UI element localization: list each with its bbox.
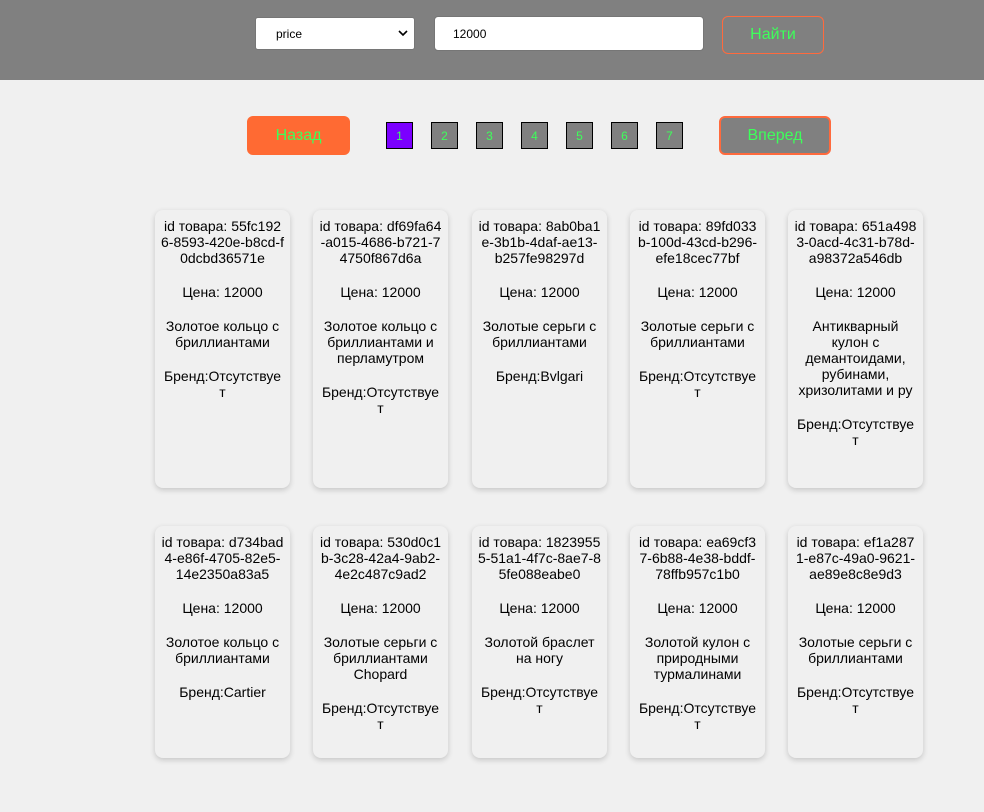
- product-card[interactable]: id товара: ea69cf37-6b88-4e38-bddf-78ffb…: [630, 526, 765, 758]
- page-button-2[interactable]: 2: [431, 122, 458, 149]
- find-button[interactable]: Найти: [722, 16, 824, 54]
- product-price: Цена: 12000: [340, 600, 421, 616]
- product-price: Цена: 12000: [657, 284, 738, 300]
- product-brand: Бренд:Отсутствует: [321, 384, 440, 416]
- product-name: Золотые серьги с бриллиантами: [482, 318, 597, 350]
- product-name: Золотое кольцо с бриллиантами: [165, 634, 280, 666]
- product-name: Золотое кольцо с бриллиантами: [165, 318, 280, 350]
- product-card[interactable]: id товара: 55fc1926-8593-420e-b8cd-f0dcb…: [155, 210, 290, 488]
- product-brand: Бренд:Отсутствует: [321, 700, 440, 732]
- product-name: Золотое кольцо с бриллиантами и перламут…: [323, 318, 438, 366]
- product-name: Золотые серьги с бриллиантами: [798, 634, 913, 666]
- product-id: id товара: ef1a2871-e87c-49a0-9621-ae89e…: [795, 534, 916, 582]
- filter-field-value: price: [276, 26, 303, 41]
- product-price: Цена: 12000: [657, 600, 738, 616]
- product-name: Золотые серьги с бриллиантами Chopard: [323, 634, 438, 682]
- product-card[interactable]: id товара: 530d0c1b-3c28-42a4-9ab2-4e2c4…: [313, 526, 448, 758]
- chevron-down-icon: [398, 30, 408, 37]
- product-brand: Бренд:Отсутствует: [796, 684, 915, 716]
- product-price: Цена: 12000: [340, 284, 421, 300]
- page-button-7[interactable]: 7: [656, 122, 683, 149]
- product-price: Цена: 12000: [499, 284, 580, 300]
- product-id: id товара: 55fc1926-8593-420e-b8cd-f0dcb…: [161, 218, 284, 266]
- product-name: Золотой кулон с природными турмалинами: [644, 634, 751, 682]
- product-id: id товара: 18239555-51a1-4f7c-8ae7-85fe0…: [478, 534, 601, 582]
- product-card[interactable]: id товара: 18239555-51a1-4f7c-8ae7-85fe0…: [472, 526, 607, 758]
- product-brand: Бренд:Отсутствует: [638, 368, 757, 400]
- filter-field-select[interactable]: price: [255, 17, 415, 50]
- product-id: id товара: df69fa64-a015-4686-b721-74750…: [319, 218, 442, 266]
- next-button[interactable]: Вперед: [719, 116, 831, 155]
- product-id: id товара: 530d0c1b-3c28-42a4-9ab2-4e2c4…: [320, 534, 441, 582]
- product-price: Цена: 12000: [499, 600, 580, 616]
- product-price: Цена: 12000: [182, 600, 263, 616]
- product-id: id товара: 8ab0ba1e-3b1b-4daf-ae13-b257f…: [478, 218, 601, 266]
- page-button-1[interactable]: 1: [386, 122, 413, 149]
- page-button-6[interactable]: 6: [611, 122, 638, 149]
- product-card[interactable]: id товара: df69fa64-a015-4686-b721-74750…: [313, 210, 448, 488]
- product-name: Золотые серьги с бриллиантами: [640, 318, 755, 350]
- back-button[interactable]: Назад: [247, 116, 350, 155]
- product-card[interactable]: id товара: 89fd033b-100d-43cd-b296-efe18…: [630, 210, 765, 488]
- product-id: id товара: ea69cf37-6b88-4e38-bddf-78ffb…: [638, 534, 757, 582]
- search-value-input[interactable]: 12000: [434, 16, 704, 51]
- product-id: id товара: d734bad4-e86f-4705-82e5-14e23…: [161, 534, 284, 582]
- product-brand: Бренд:Отсутствует: [163, 368, 282, 400]
- product-brand: Бренд:Bvlgari: [495, 368, 584, 384]
- product-price: Цена: 12000: [815, 600, 896, 616]
- product-id: id товара: 651a4983-0acd-4c31-b78d-a9837…: [794, 218, 917, 266]
- product-name: Антикварный кулон с демантоидами, рубина…: [798, 318, 913, 398]
- product-brand: Бренд:Отсутствует: [480, 684, 599, 716]
- product-brand: Бренд:Отсутствует: [638, 700, 757, 732]
- product-name: Золотой браслет на ногу: [484, 634, 595, 666]
- page-button-5[interactable]: 5: [566, 122, 593, 149]
- product-card[interactable]: id товара: d734bad4-e86f-4705-82e5-14e23…: [155, 526, 290, 758]
- product-id: id товара: 89fd033b-100d-43cd-b296-efe18…: [637, 218, 758, 266]
- product-price: Цена: 12000: [815, 284, 896, 300]
- product-card[interactable]: id товара: ef1a2871-e87c-49a0-9621-ae89e…: [788, 526, 923, 758]
- product-brand: Бренд:Cartier: [179, 684, 266, 700]
- top-bar: price 12000 Найти: [0, 0, 984, 80]
- product-brand: Бренд:Отсутствует: [796, 416, 915, 448]
- page-button-4[interactable]: 4: [521, 122, 548, 149]
- search-value-text: 12000: [453, 26, 487, 41]
- product-card[interactable]: id товара: 651a4983-0acd-4c31-b78d-a9837…: [788, 210, 923, 488]
- product-card[interactable]: id товара: 8ab0ba1e-3b1b-4daf-ae13-b257f…: [472, 210, 607, 488]
- page-button-3[interactable]: 3: [476, 122, 503, 149]
- product-price: Цена: 12000: [182, 284, 263, 300]
